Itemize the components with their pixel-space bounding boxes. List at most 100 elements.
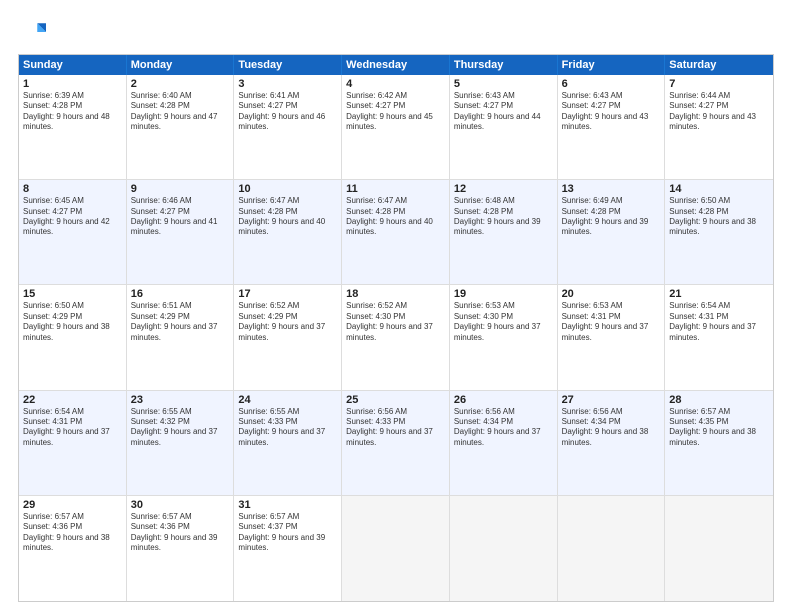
sunset: Sunset: 4:33 PM <box>238 417 337 427</box>
sunrise: Sunrise: 6:42 AM <box>346 91 445 101</box>
daylight: Daylight: 9 hours and 43 minutes. <box>562 112 661 133</box>
day-cell-20: 20Sunrise: 6:53 AMSunset: 4:31 PMDayligh… <box>558 285 666 389</box>
header-day-saturday: Saturday <box>665 55 773 75</box>
sunset: Sunset: 4:29 PM <box>131 312 230 322</box>
day-cell-5: 5Sunrise: 6:43 AMSunset: 4:27 PMDaylight… <box>450 75 558 179</box>
daylight: Daylight: 9 hours and 44 minutes. <box>454 112 553 133</box>
header-day-monday: Monday <box>127 55 235 75</box>
day-number: 19 <box>454 288 553 300</box>
daylight: Daylight: 9 hours and 37 minutes. <box>131 427 230 448</box>
sunset: Sunset: 4:37 PM <box>238 522 337 532</box>
sunset: Sunset: 4:33 PM <box>346 417 445 427</box>
day-number: 11 <box>346 183 445 195</box>
day-cell-18: 18Sunrise: 6:52 AMSunset: 4:30 PMDayligh… <box>342 285 450 389</box>
sunset: Sunset: 4:29 PM <box>238 312 337 322</box>
day-number: 21 <box>669 288 769 300</box>
daylight: Daylight: 9 hours and 41 minutes. <box>131 217 230 238</box>
day-cell-31: 31Sunrise: 6:57 AMSunset: 4:37 PMDayligh… <box>234 496 342 601</box>
calendar: SundayMondayTuesdayWednesdayThursdayFrid… <box>18 54 774 602</box>
sunrise: Sunrise: 6:57 AM <box>131 512 230 522</box>
sunrise: Sunrise: 6:56 AM <box>562 407 661 417</box>
sunset: Sunset: 4:34 PM <box>562 417 661 427</box>
day-cell-16: 16Sunrise: 6:51 AMSunset: 4:29 PMDayligh… <box>127 285 235 389</box>
daylight: Daylight: 9 hours and 37 minutes. <box>346 322 445 343</box>
sunrise: Sunrise: 6:54 AM <box>23 407 122 417</box>
sunrise: Sunrise: 6:48 AM <box>454 196 553 206</box>
sunset: Sunset: 4:34 PM <box>454 417 553 427</box>
sunset: Sunset: 4:30 PM <box>346 312 445 322</box>
day-cell-9: 9Sunrise: 6:46 AMSunset: 4:27 PMDaylight… <box>127 180 235 284</box>
sunrise: Sunrise: 6:52 AM <box>346 301 445 311</box>
daylight: Daylight: 9 hours and 46 minutes. <box>238 112 337 133</box>
sunrise: Sunrise: 6:43 AM <box>562 91 661 101</box>
daylight: Daylight: 9 hours and 37 minutes. <box>562 322 661 343</box>
daylight: Daylight: 9 hours and 38 minutes. <box>23 533 122 554</box>
header-day-friday: Friday <box>558 55 666 75</box>
day-cell-24: 24Sunrise: 6:55 AMSunset: 4:33 PMDayligh… <box>234 391 342 495</box>
sunrise: Sunrise: 6:50 AM <box>23 301 122 311</box>
sunrise: Sunrise: 6:50 AM <box>669 196 769 206</box>
day-number: 25 <box>346 394 445 406</box>
sunset: Sunset: 4:36 PM <box>23 522 122 532</box>
daylight: Daylight: 9 hours and 37 minutes. <box>238 427 337 448</box>
day-cell-21: 21Sunrise: 6:54 AMSunset: 4:31 PMDayligh… <box>665 285 773 389</box>
day-number: 7 <box>669 78 769 90</box>
header-day-tuesday: Tuesday <box>234 55 342 75</box>
sunset: Sunset: 4:29 PM <box>23 312 122 322</box>
daylight: Daylight: 9 hours and 38 minutes. <box>23 322 122 343</box>
day-number: 17 <box>238 288 337 300</box>
sunset: Sunset: 4:28 PM <box>131 101 230 111</box>
sunrise: Sunrise: 6:39 AM <box>23 91 122 101</box>
day-number: 2 <box>131 78 230 90</box>
sunrise: Sunrise: 6:57 AM <box>238 512 337 522</box>
day-cell-11: 11Sunrise: 6:47 AMSunset: 4:28 PMDayligh… <box>342 180 450 284</box>
sunrise: Sunrise: 6:55 AM <box>238 407 337 417</box>
day-cell-3: 3Sunrise: 6:41 AMSunset: 4:27 PMDaylight… <box>234 75 342 179</box>
day-cell-7: 7Sunrise: 6:44 AMSunset: 4:27 PMDaylight… <box>665 75 773 179</box>
sunrise: Sunrise: 6:44 AM <box>669 91 769 101</box>
daylight: Daylight: 9 hours and 38 minutes. <box>669 217 769 238</box>
sunrise: Sunrise: 6:56 AM <box>454 407 553 417</box>
day-cell-8: 8Sunrise: 6:45 AMSunset: 4:27 PMDaylight… <box>19 180 127 284</box>
day-cell-19: 19Sunrise: 6:53 AMSunset: 4:30 PMDayligh… <box>450 285 558 389</box>
daylight: Daylight: 9 hours and 37 minutes. <box>131 322 230 343</box>
sunrise: Sunrise: 6:45 AM <box>23 196 122 206</box>
daylight: Daylight: 9 hours and 37 minutes. <box>669 322 769 343</box>
daylight: Daylight: 9 hours and 43 minutes. <box>669 112 769 133</box>
week-row-4: 22Sunrise: 6:54 AMSunset: 4:31 PMDayligh… <box>19 391 773 496</box>
week-row-5: 29Sunrise: 6:57 AMSunset: 4:36 PMDayligh… <box>19 496 773 601</box>
sunset: Sunset: 4:28 PM <box>346 207 445 217</box>
day-number: 22 <box>23 394 122 406</box>
sunset: Sunset: 4:27 PM <box>131 207 230 217</box>
sunrise: Sunrise: 6:56 AM <box>346 407 445 417</box>
page: SundayMondayTuesdayWednesdayThursdayFrid… <box>0 0 792 612</box>
day-cell-1: 1Sunrise: 6:39 AMSunset: 4:28 PMDaylight… <box>19 75 127 179</box>
day-number: 10 <box>238 183 337 195</box>
sunrise: Sunrise: 6:43 AM <box>454 91 553 101</box>
daylight: Daylight: 9 hours and 47 minutes. <box>131 112 230 133</box>
empty-cell <box>558 496 666 601</box>
header <box>18 18 774 46</box>
sunrise: Sunrise: 6:47 AM <box>346 196 445 206</box>
day-cell-23: 23Sunrise: 6:55 AMSunset: 4:32 PMDayligh… <box>127 391 235 495</box>
sunset: Sunset: 4:28 PM <box>562 207 661 217</box>
sunrise: Sunrise: 6:53 AM <box>454 301 553 311</box>
day-number: 5 <box>454 78 553 90</box>
empty-cell <box>665 496 773 601</box>
day-number: 23 <box>131 394 230 406</box>
daylight: Daylight: 9 hours and 40 minutes. <box>346 217 445 238</box>
daylight: Daylight: 9 hours and 37 minutes. <box>454 427 553 448</box>
day-number: 27 <box>562 394 661 406</box>
day-number: 28 <box>669 394 769 406</box>
sunrise: Sunrise: 6:52 AM <box>238 301 337 311</box>
day-cell-4: 4Sunrise: 6:42 AMSunset: 4:27 PMDaylight… <box>342 75 450 179</box>
day-cell-29: 29Sunrise: 6:57 AMSunset: 4:36 PMDayligh… <box>19 496 127 601</box>
daylight: Daylight: 9 hours and 37 minutes. <box>23 427 122 448</box>
sunrise: Sunrise: 6:57 AM <box>669 407 769 417</box>
day-number: 16 <box>131 288 230 300</box>
day-number: 26 <box>454 394 553 406</box>
sunrise: Sunrise: 6:47 AM <box>238 196 337 206</box>
sunrise: Sunrise: 6:46 AM <box>131 196 230 206</box>
sunset: Sunset: 4:28 PM <box>23 101 122 111</box>
daylight: Daylight: 9 hours and 37 minutes. <box>346 427 445 448</box>
